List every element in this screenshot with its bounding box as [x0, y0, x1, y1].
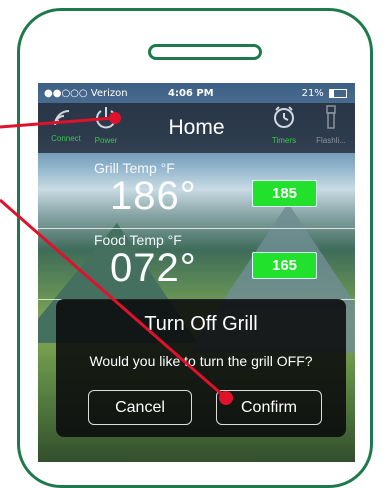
grill-setpoint-button[interactable]: 185 [252, 180, 317, 207]
turn-off-grill-dialog: Turn Off Grill Would you like to turn th… [56, 299, 346, 437]
food-temp-value: 072° [110, 246, 197, 290]
flashlight-label: Flashli... [316, 136, 346, 145]
status-bar: ●●○○○ Verizon 4:06 PM 21% [38, 83, 355, 103]
app-screen: ●●○○○ Verizon 4:06 PM 21% Connect Power … [38, 83, 355, 462]
grill-temp-value: 186° [110, 174, 197, 218]
grill-temp-row: Grill Temp °F 186° 185 [38, 158, 355, 224]
battery-icon [329, 88, 347, 98]
status-time: 4:06 PM [168, 88, 214, 99]
food-setpoint-button[interactable]: 165 [252, 252, 317, 279]
flashlight-button[interactable]: Flashli... [310, 105, 352, 145]
food-temp-row: Food Temp °F 072° 165 [38, 230, 355, 296]
speaker-slot [148, 44, 262, 60]
cancel-button[interactable]: Cancel [88, 390, 192, 425]
nav-bar: Connect Power Home Timers Flashli... [38, 103, 355, 153]
status-battery: 21% [302, 88, 347, 99]
timers-label: Timers [271, 136, 297, 145]
flashlight-icon [326, 105, 336, 129]
dialog-message: Would you like to turn the grill OFF? [89, 353, 313, 369]
timer-icon [274, 106, 294, 128]
page-title: Home [168, 116, 225, 139]
divider [38, 228, 355, 229]
timers-button[interactable]: Timers [264, 105, 304, 145]
dialog-title: Turn Off Grill [144, 313, 258, 335]
battery-percent: 21% [301, 88, 324, 99]
status-carrier: ●●○○○ Verizon [44, 88, 128, 99]
confirm-button[interactable]: Confirm [216, 390, 322, 425]
